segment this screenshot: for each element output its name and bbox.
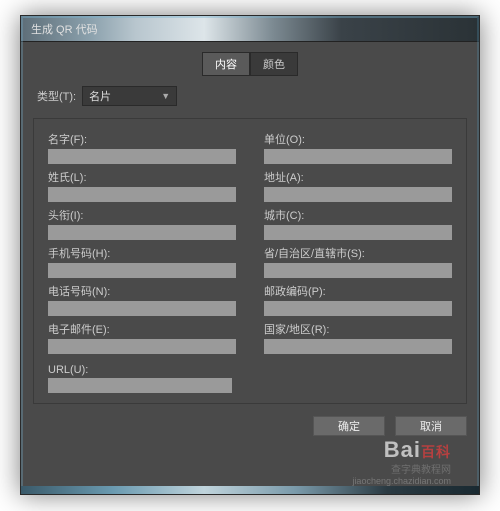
name-input[interactable] [48,149,236,164]
tabs: 内容 颜色 [33,52,467,76]
tab-content[interactable]: 内容 [202,52,250,76]
type-value: 名片 [89,88,111,104]
org-label: 单位(O): [264,131,452,147]
postal-input[interactable] [264,301,452,316]
city-label: 城市(C): [264,207,452,223]
name-label: 名字(F): [48,131,236,147]
chevron-down-icon: ▼ [161,91,170,101]
form-fieldset: 名字(F): 姓氏(L): 头衔(I): 手机号码(H): 电话号码(N): 电… [33,118,467,404]
city-input[interactable] [264,225,452,240]
mobile-label: 手机号码(H): [48,245,236,261]
mobile-input[interactable] [48,263,236,278]
right-column: 单位(O): 地址(A): 城市(C): 省/自治区/直辖市(S): 邮政编码(… [264,131,452,393]
email-input[interactable] [48,339,236,354]
title-input[interactable] [48,225,236,240]
type-select[interactable]: 名片 ▼ [82,86,177,106]
type-label: 类型(T): [37,88,76,104]
postal-label: 邮政编码(P): [264,283,452,299]
dialog-window: 生成 QR 代码 内容 颜色 类型(T): 名片 ▼ 名字(F): 姓氏(L):… [20,15,480,495]
email-label: 电子邮件(E): [48,321,236,337]
state-input[interactable] [264,263,452,278]
watermark: Bai百科 查字典教程网 jiaocheng.chazidian.com [352,437,451,486]
country-label: 国家/地区(R): [264,321,452,337]
window-bottom-accent [21,486,479,494]
lastname-label: 姓氏(L): [48,169,236,185]
ok-button[interactable]: 确定 [313,416,385,436]
cancel-button[interactable]: 取消 [395,416,467,436]
tab-color[interactable]: 颜色 [250,52,298,76]
address-label: 地址(A): [264,169,452,185]
country-input[interactable] [264,339,452,354]
window-title: 生成 QR 代码 [31,24,98,36]
content-area: 内容 颜色 类型(T): 名片 ▼ 名字(F): 姓氏(L): 头衔(I): 手… [21,42,479,444]
type-row: 类型(T): 名片 ▼ [33,86,467,106]
address-input[interactable] [264,187,452,202]
org-input[interactable] [264,149,452,164]
phone-input[interactable] [48,301,236,316]
state-label: 省/自治区/直辖市(S): [264,245,452,261]
title-label: 头衔(I): [48,207,236,223]
left-column: 名字(F): 姓氏(L): 头衔(I): 手机号码(H): 电话号码(N): 电… [48,131,236,393]
button-row: 确定 取消 [33,416,467,436]
phone-label: 电话号码(N): [48,283,236,299]
lastname-input[interactable] [48,187,236,202]
titlebar: 生成 QR 代码 [21,16,479,42]
url-label: URL(U): [48,364,232,376]
url-input[interactable] [48,378,232,393]
